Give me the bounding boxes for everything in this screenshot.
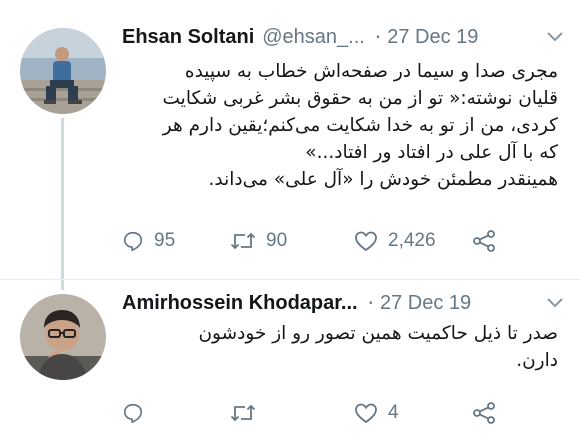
share-button[interactable] — [472, 226, 496, 256]
display-name[interactable]: Ehsan Soltani — [122, 26, 254, 49]
heart-icon — [354, 230, 378, 252]
tweet-1[interactable]: Ehsan Soltani @ehsan_... · 27 Dec 19 مجر… — [0, 0, 580, 290]
chevron-down-icon[interactable] — [544, 26, 566, 48]
separator-dot: · — [374, 25, 382, 49]
heart-icon — [354, 402, 378, 424]
tweet-2[interactable]: Amirhossein Khodapar... · 27 Dec 19 صدر … — [0, 280, 580, 445]
retweet-button[interactable]: 90 — [230, 226, 287, 256]
like-count: 4 — [388, 402, 399, 423]
tweet-text-line: صدر تا ذیل حاکمیت همین تصور رو از خودشون — [198, 323, 558, 344]
tweet-text: صدر تا ذیل حاکمیت همین تصور رو از خودشون… — [118, 320, 558, 374]
tweet-text-line: دارن. — [516, 350, 558, 371]
separator-dot: · — [367, 291, 374, 315]
chevron-down-icon[interactable] — [544, 292, 566, 314]
reply-count: 95 — [154, 230, 176, 251]
tweet-date[interactable]: 27 Dec 19 — [387, 26, 478, 49]
like-button[interactable]: 2,426 — [354, 226, 436, 256]
share-icon — [472, 230, 496, 252]
share-icon — [472, 402, 496, 424]
like-button[interactable]: 4 — [354, 398, 399, 428]
share-button[interactable] — [472, 398, 496, 428]
tweet-actions: 95 90 2,426 — [122, 226, 502, 256]
reply-icon — [122, 402, 144, 424]
tweet-text-line: که با آل علی در افتاد ور افتاد...» — [305, 142, 558, 163]
avatar[interactable] — [20, 294, 106, 380]
tweet-header: Ehsan Soltani @ehsan_... · 27 Dec 19 — [122, 22, 566, 52]
tweet-date[interactable]: 27 Dec 19 — [380, 292, 471, 315]
reply-icon — [122, 230, 144, 252]
like-count: 2,426 — [388, 230, 436, 251]
tweet-text: مجری صدا و سیما در صفحه‌اش خطاب به سپیده… — [118, 58, 558, 193]
reply-button[interactable]: 95 — [122, 226, 175, 256]
tweet-header: Amirhossein Khodapar... · 27 Dec 19 — [122, 288, 566, 318]
tweet-text-line: کردی، من از تو به خدا شکایت می‌کنم؛یقین … — [162, 115, 558, 136]
user-handle[interactable]: @ehsan_... — [262, 26, 365, 49]
avatar[interactable] — [20, 28, 106, 114]
reply-button[interactable] — [122, 398, 144, 428]
tweet-text-line: مجری صدا و سیما در صفحه‌اش خطاب به سپیده — [184, 61, 558, 82]
retweet-icon — [230, 402, 256, 424]
display-name[interactable]: Amirhossein Khodapar... — [122, 292, 358, 315]
tweet-actions: 4 — [122, 398, 502, 428]
tweet-text-line: قلیان نوشته:« تو از من به حقوق بشر غربی … — [162, 88, 558, 109]
retweet-count: 90 — [266, 230, 288, 251]
retweet-icon — [230, 230, 256, 252]
retweet-button[interactable] — [230, 398, 256, 428]
tweet-text-line: همینقدر مطمئن خودش را «آل علی» می‌داند. — [208, 169, 559, 190]
thread-line — [61, 118, 64, 290]
